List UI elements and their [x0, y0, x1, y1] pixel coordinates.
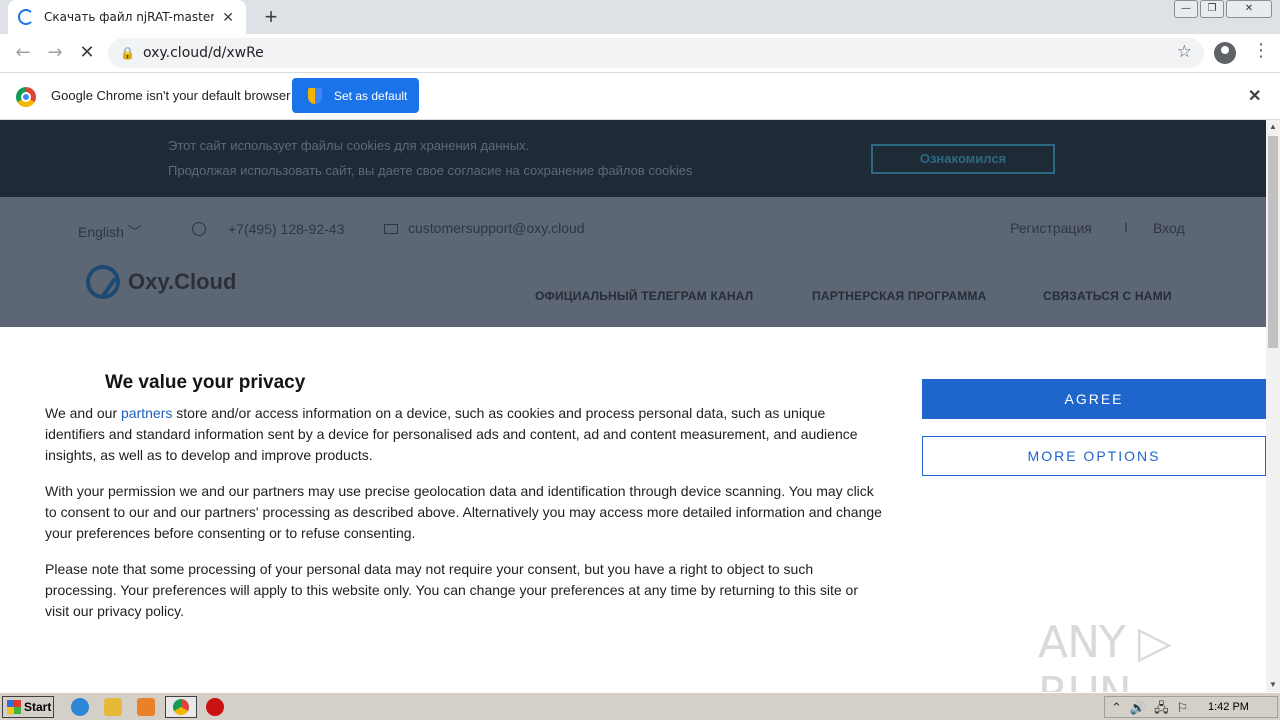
set-as-default-label: Set as default — [334, 88, 408, 103]
oxy-cloud-logo-icon[interactable] — [86, 265, 120, 299]
forward-button[interactable]: → — [40, 38, 70, 68]
login-link[interactable]: Вход — [1153, 220, 1185, 236]
site-logo-text[interactable]: Oxy.Cloud — [128, 269, 236, 295]
cookie-notice-line2: Продолжая использовать сайт, вы даете св… — [168, 163, 693, 178]
system-tray: ⌃🔊🖧⚐ — [1104, 696, 1278, 718]
taskbar-clock[interactable]: 1:42 PM — [1208, 701, 1249, 713]
tab-strip: Скачать файл njRAT-master (1).zip ✕ + — … — [0, 0, 1280, 34]
profile-avatar-icon[interactable] — [1214, 42, 1236, 64]
consent-title: We value your privacy — [105, 372, 306, 393]
taskbar-chrome-button[interactable] — [165, 696, 197, 718]
partners-link[interactable]: partners — [121, 405, 172, 421]
url-text[interactable]: oxy.cloud/d/xwRe — [143, 45, 264, 61]
cookie-notice-bar: Этот сайт использует файлы cookies для х… — [0, 120, 1266, 197]
scroll-thumb[interactable] — [1268, 136, 1278, 348]
nav-contact-us[interactable]: СВЯЗАТЬСЯ С НАМИ — [1043, 289, 1172, 303]
page-scrollbar[interactable]: ▲ ▼ — [1266, 120, 1280, 692]
loading-spinner-icon — [18, 9, 34, 25]
uac-shield-icon — [308, 87, 322, 104]
mail-icon — [384, 224, 398, 234]
windows-taskbar: Start ⌃🔊🖧⚐ 1:42 PM — [0, 692, 1280, 720]
address-bar[interactable]: 🔒 oxy.cloud/d/xwRe ☆ — [108, 38, 1204, 68]
new-tab-button[interactable]: + — [258, 4, 284, 30]
consent-paragraph-1: We and our partners store and/or access … — [45, 403, 885, 466]
internet-explorer-icon[interactable] — [71, 698, 89, 716]
chrome-taskbar-icon — [173, 699, 189, 715]
nav-partner-program[interactable]: ПАРТНЕРСКАЯ ПРОГРАММА — [812, 289, 987, 303]
default-browser-infobar: Google Chrome isn't your default browser… — [0, 72, 1280, 120]
header-separator: I — [1124, 219, 1128, 235]
menu-kebab-icon[interactable]: ⋮ — [1252, 40, 1270, 61]
cookie-acknowledge-button[interactable]: Ознакомился — [871, 144, 1055, 174]
register-link[interactable]: Регистрация — [1010, 220, 1092, 236]
nav-telegram-channel[interactable]: ОФИЦИАЛЬНЫЙ ТЕЛЕГРАМ КАНАЛ — [535, 289, 753, 303]
start-label: Start — [24, 700, 52, 714]
browser-toolbar: ← → ✕ 🔒 oxy.cloud/d/xwRe ☆ ⋮ — [0, 34, 1280, 72]
infobar-close-icon[interactable]: ✕ — [1248, 86, 1261, 106]
lock-icon: 🔒 — [120, 46, 135, 60]
scroll-down-arrow-icon[interactable]: ▼ — [1266, 678, 1280, 692]
cookie-notice-line1: Этот сайт использует файлы cookies для х… — [168, 138, 530, 153]
anyrun-watermark: ANY ▷ RUN — [1038, 617, 1172, 692]
site-header: English ﹀ +7(495) 128-92-43 customersupp… — [0, 197, 1266, 327]
windows-logo-icon — [7, 700, 21, 714]
stop-sign-icon[interactable] — [206, 698, 224, 716]
bookmark-star-icon[interactable]: ☆ — [1177, 42, 1192, 62]
tab-close-icon[interactable]: ✕ — [220, 9, 236, 26]
consent-paragraph-3: Please note that some processing of your… — [45, 561, 858, 619]
consent-paragraph-2: With your permission we and our partners… — [45, 483, 882, 541]
phone-number[interactable]: +7(495) 128-92-43 — [228, 221, 344, 237]
window-close-button[interactable]: ✕ — [1226, 0, 1272, 18]
minimize-button[interactable]: — — [1174, 0, 1198, 18]
restore-button[interactable]: ❐ — [1200, 0, 1224, 18]
page-viewport: Этот сайт использует файлы cookies для х… — [0, 120, 1266, 692]
set-as-default-button[interactable]: Set as default — [292, 78, 419, 113]
agree-button[interactable]: AGREE — [922, 379, 1266, 419]
more-options-button[interactable]: MORE OPTIONS — [922, 436, 1266, 476]
phone-icon — [192, 222, 206, 236]
back-button[interactable]: ← — [8, 38, 38, 68]
infobar-message: Google Chrome isn't your default browser — [51, 88, 291, 103]
consent-p1-prefix: We and our — [45, 405, 122, 421]
scroll-up-arrow-icon[interactable]: ▲ — [1266, 120, 1280, 134]
start-button[interactable]: Start — [2, 696, 54, 718]
tab-title: Скачать файл njRAT-master (1).zip — [44, 10, 215, 24]
privacy-consent-dialog: We value your privacy We and our partner… — [0, 327, 1266, 692]
chrome-logo-icon — [16, 87, 36, 107]
language-selector[interactable]: English ﹀ — [78, 222, 142, 242]
file-explorer-icon[interactable] — [104, 698, 122, 716]
browser-tab[interactable]: Скачать файл njRAT-master (1).zip ✕ — [8, 0, 246, 34]
media-player-icon[interactable] — [137, 698, 155, 716]
window-controls: — ❐ ✕ — [1174, 0, 1272, 18]
support-email[interactable]: customersupport@oxy.cloud — [408, 220, 585, 236]
tray-icons[interactable]: ⌃🔊🖧⚐ — [1111, 699, 1196, 720]
stop-loading-button[interactable]: ✕ — [72, 38, 102, 68]
